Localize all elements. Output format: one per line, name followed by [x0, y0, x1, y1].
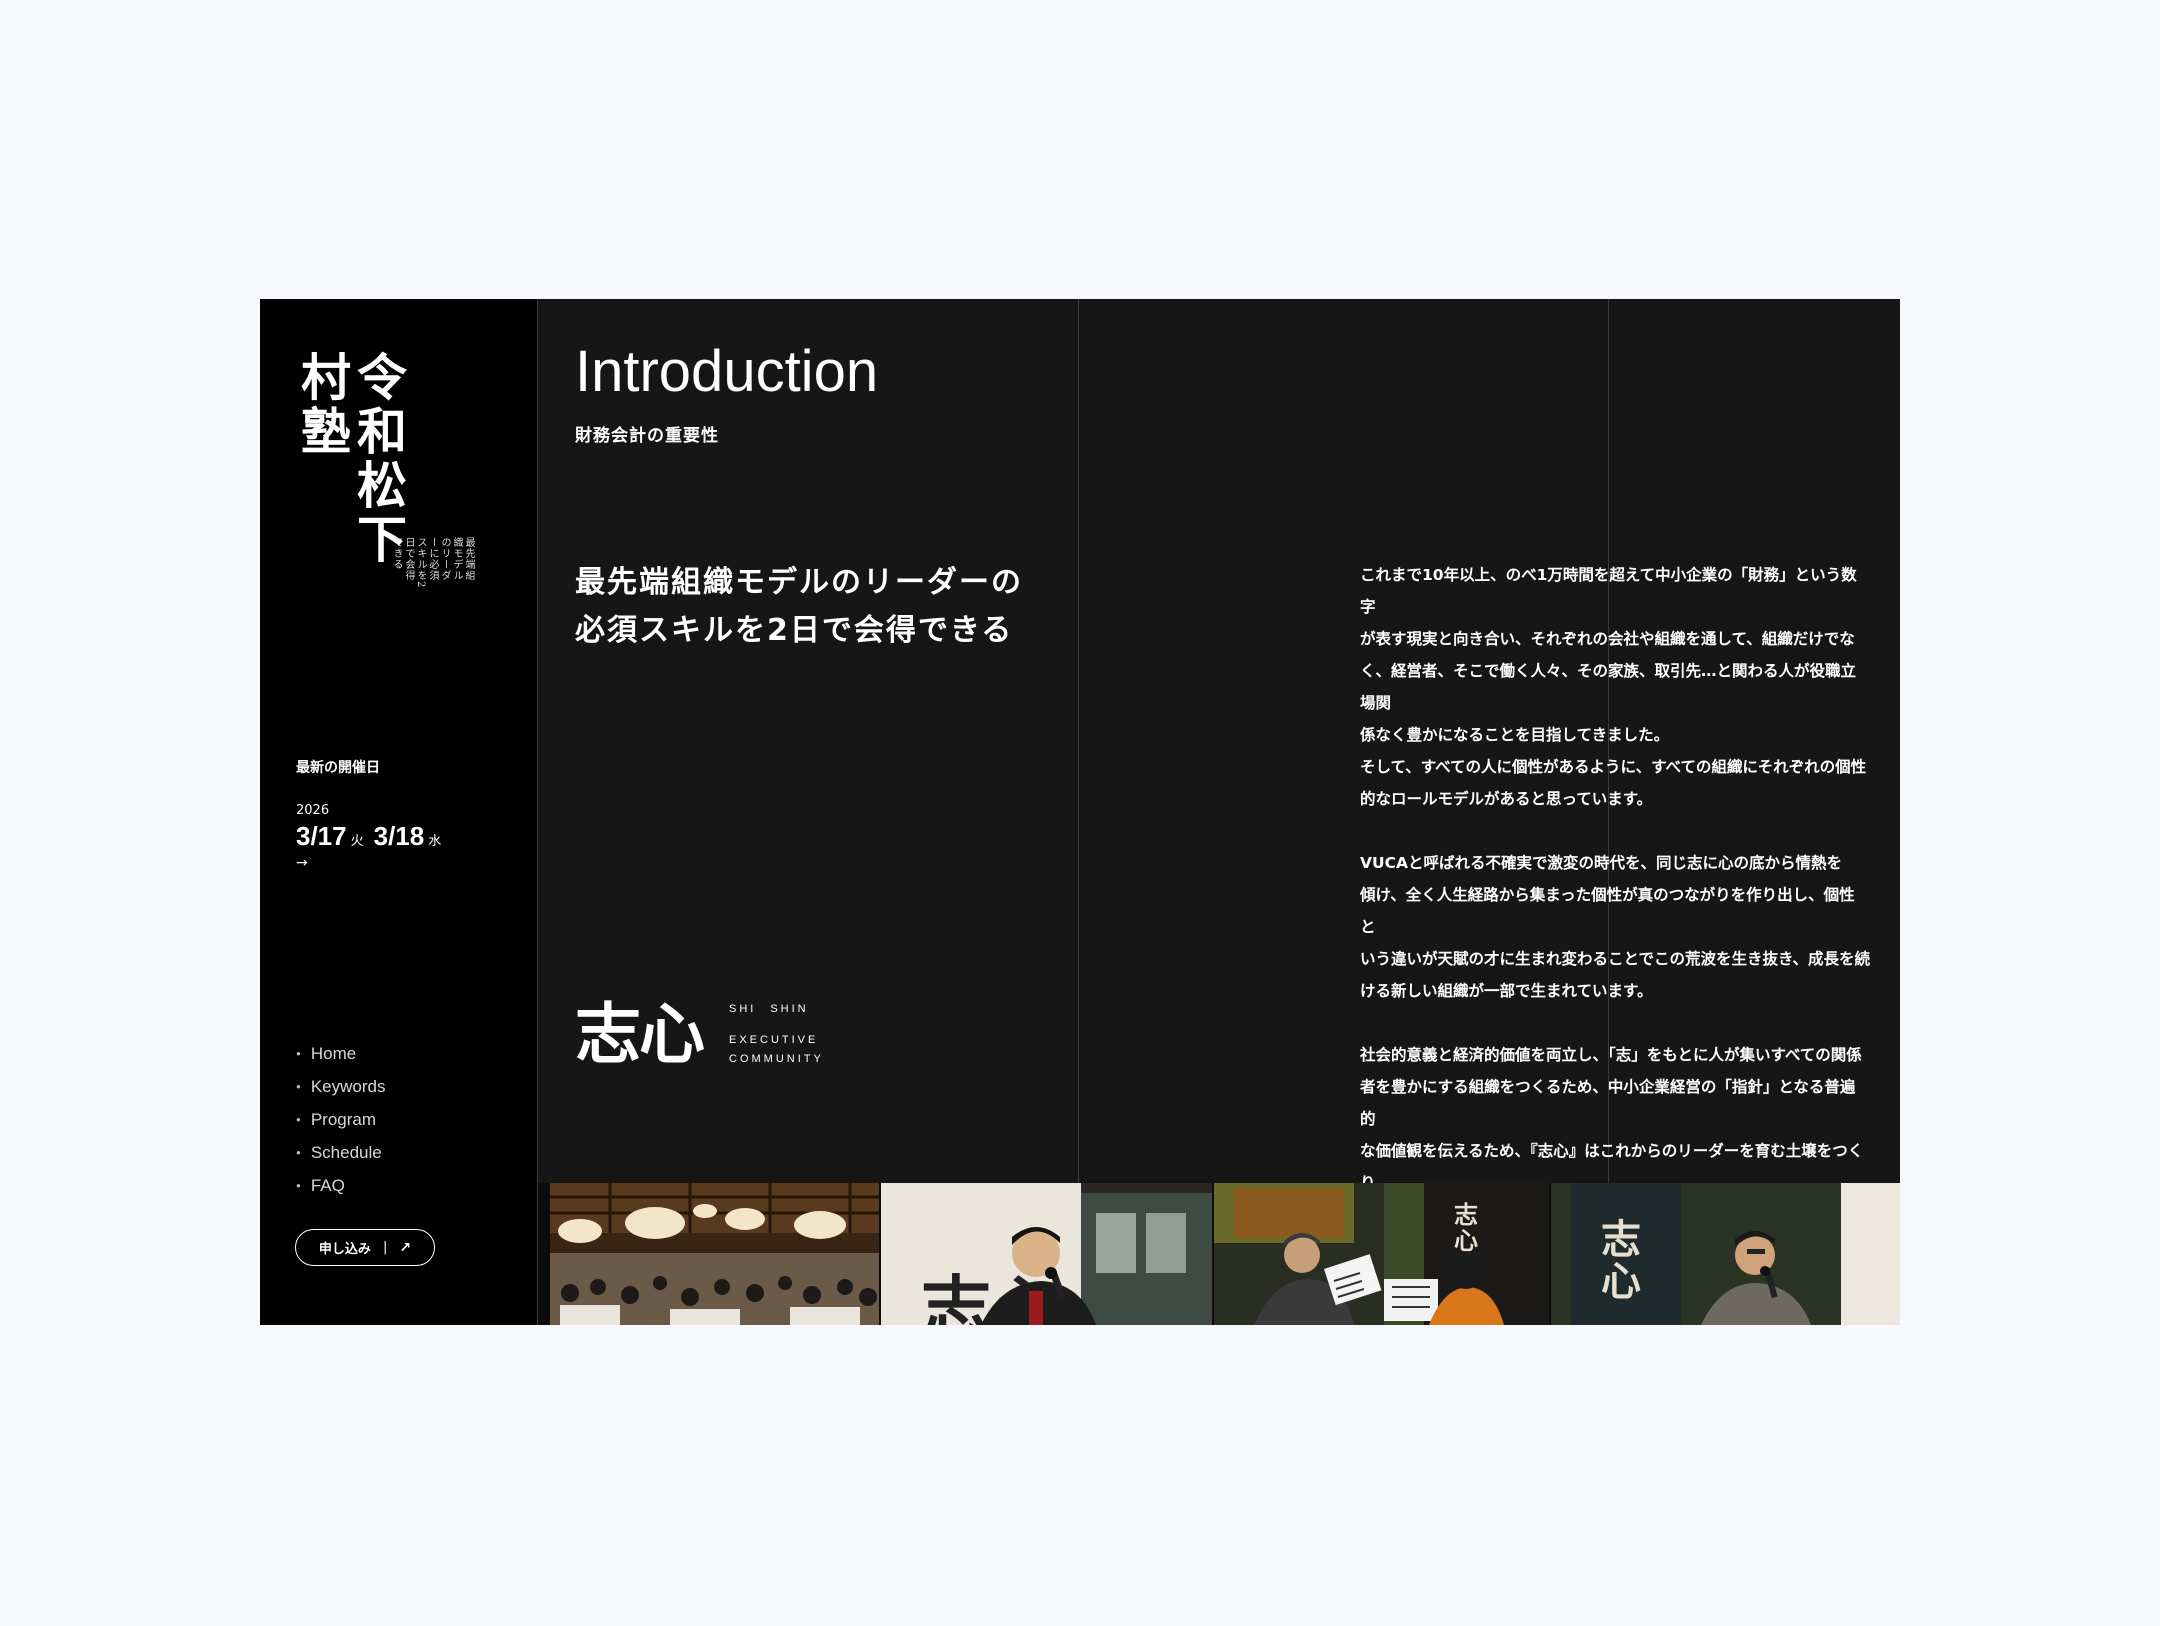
- nav-label: Schedule: [310, 1142, 382, 1162]
- site-frame: 令和松下村塾 最先端組織モデルのリーダーに必須スキルを2日で会得できる 最新の開…: [260, 299, 1900, 1325]
- banner-text-vertical: 心: [1601, 1258, 1641, 1305]
- sidebar-nav: ● Home ● Keywords ● Program ● Schedule ● FAQ: [296, 1037, 385, 1202]
- shishin-logo: 志心 SHI SHIN EXECUTIVE COMMUNITY: [575, 999, 824, 1069]
- apply-button-label: 申し込み: [318, 1242, 371, 1257]
- intro-paragraph: VUCAと呼ばれる不確実で激変の時代を、同じ志に心の底から情熱を 傾け、全く人生…: [1360, 854, 1870, 1000]
- logo-line: SHI SHIN: [729, 1002, 809, 1015]
- logo-line: COMMUNITY: [729, 1052, 824, 1065]
- nav-label: Home: [310, 1043, 357, 1063]
- nav-label: Keywords: [310, 1076, 386, 1096]
- column-guide-line: [1078, 299, 1079, 1185]
- nav-item-keywords[interactable]: ● Keywords: [296, 1070, 385, 1103]
- brand-logo[interactable]: 令和松下村塾 最先端組織モデルのリーダーに必須スキルを2日で会得できる: [293, 351, 474, 591]
- external-link-icon: ↗: [399, 1239, 412, 1256]
- intro-body: これまで10年以上、のべ1万時間を超えて中小企業の「財務」という数字 が表す現実…: [1360, 559, 1870, 1263]
- brand-tagline: 最先端組織モデルのリーダーに必須スキルを2日で会得できる: [391, 537, 474, 589]
- bullet-icon: ●: [296, 1115, 301, 1124]
- nav-item-schedule[interactable]: ● Schedule: [296, 1136, 385, 1169]
- event-year: 2026: [296, 803, 330, 818]
- bullet-icon: ●: [296, 1082, 301, 1091]
- banner-text-vertical: 心: [1454, 1226, 1478, 1255]
- photo-strip: 志心 志 心 志 心: [538, 1183, 1900, 1325]
- date-arrow-icon[interactable]: →: [296, 855, 308, 871]
- banner-text-vertical: 志: [1454, 1200, 1478, 1229]
- section-title: Introduction: [575, 339, 879, 404]
- nav-item-program[interactable]: ● Program: [296, 1103, 385, 1136]
- section-subtitle: 財務会計の重要性: [575, 426, 719, 446]
- bullet-icon: ●: [296, 1181, 301, 1190]
- event-weekday-1: 火: [350, 834, 364, 849]
- logo-line: EXECUTIVE: [729, 1033, 819, 1046]
- bullet-icon: ●: [296, 1148, 301, 1157]
- logo-mark: 志心: [575, 995, 705, 1073]
- nav-label: Program: [310, 1109, 377, 1129]
- intro-paragraph: これまで10年以上、のべ1万時間を超えて中小企業の「財務」という数字 が表す現実…: [1360, 566, 1867, 808]
- lead-line: 最先端組織モデルのリーダーの: [575, 565, 1023, 600]
- event-dates: 3/17 火 3/18 水: [296, 821, 451, 852]
- apply-button[interactable]: 申し込み | ↗: [295, 1229, 435, 1266]
- apply-divider: |: [382, 1240, 388, 1255]
- lead-line: 必須スキルを2日で会得できる: [575, 613, 1014, 648]
- photo-speaker-banner: 志心: [881, 1183, 1212, 1325]
- photo-speaker-shishin: 志 心: [1551, 1183, 1900, 1325]
- latest-date-label: 最新の開催日: [296, 760, 380, 776]
- logo-wordmark: SHI SHIN EXECUTIVE COMMUNITY: [729, 1000, 824, 1069]
- lead-heading: 最先端組織モデルのリーダーの 必須スキルを2日で会得できる: [575, 559, 1095, 655]
- photo-banquet-hall: [550, 1183, 879, 1325]
- event-date-2: 3/18: [373, 821, 425, 851]
- nav-item-faq[interactable]: ● FAQ: [296, 1169, 385, 1202]
- photo-presenters: 志 心: [1214, 1183, 1549, 1325]
- event-date-1: 3/17: [296, 821, 347, 851]
- bullet-icon: ●: [296, 1049, 301, 1058]
- nav-item-home[interactable]: ● Home: [296, 1037, 385, 1070]
- event-weekday-2: 水: [428, 834, 442, 849]
- sidebar: 令和松下村塾 最先端組織モデルのリーダーに必須スキルを2日で会得できる 最新の開…: [260, 299, 538, 1325]
- nav-label: FAQ: [310, 1175, 345, 1195]
- banner-text-vertical: 志: [1601, 1216, 1641, 1263]
